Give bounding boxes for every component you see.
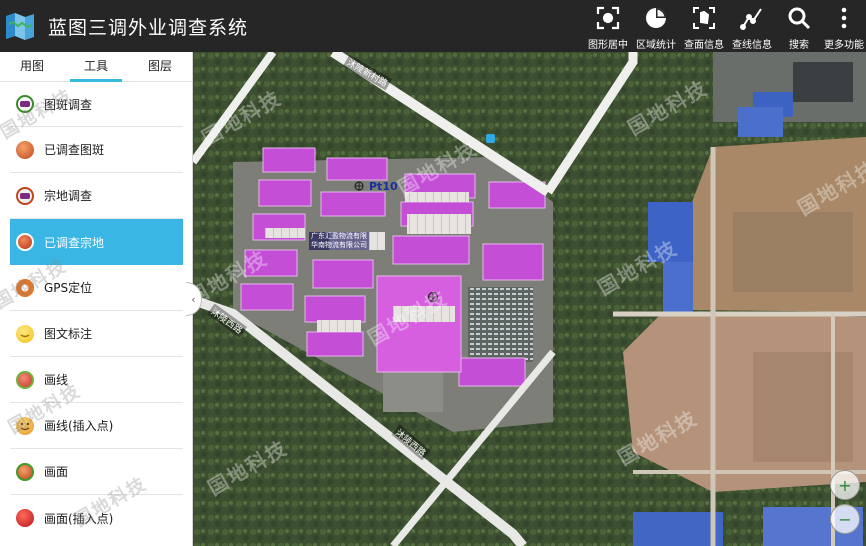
- zoom-controls: + −: [830, 470, 860, 540]
- tab-map-use[interactable]: 用图: [0, 52, 64, 81]
- annotation-icon: [16, 324, 34, 343]
- point-label[interactable]: Pt10: [369, 180, 398, 193]
- tool-label: 画面(插入点): [44, 511, 114, 526]
- tool-label: 宗地调查: [44, 189, 93, 203]
- tool-panel: 用图 工具 图层 图斑调查 已调查图斑 宗地调查 已调查宗地 GPS定位 图文标…: [0, 52, 193, 546]
- tool-label: 画线(插入点): [44, 419, 114, 433]
- tool-annotation[interactable]: 图文标注: [10, 311, 183, 357]
- tool-label: 画线: [44, 373, 69, 387]
- more-functions-button[interactable]: 更多功能: [822, 0, 866, 52]
- draw-line-icon: [16, 370, 34, 389]
- search-button[interactable]: 搜索: [776, 0, 822, 52]
- folded-map-icon: [4, 10, 36, 42]
- tool-draw-polygon[interactable]: 画面: [10, 449, 183, 495]
- area-stats-label: 区域统计: [636, 40, 676, 51]
- surveyed-parcel-icon: [16, 140, 34, 159]
- surveyed-land-icon: [16, 233, 34, 251]
- tool-surveyed-parcel[interactable]: 已调查图斑: [10, 127, 183, 173]
- tool-label: 已调查宗地: [44, 235, 105, 250]
- app-title: 蓝图三调外业调查系统: [48, 16, 249, 39]
- query-area-button[interactable]: 查面信息: [680, 0, 728, 52]
- tool-draw-line[interactable]: 画线: [10, 357, 183, 403]
- company-label-2: 华南物流有限公司: [309, 241, 369, 250]
- draw-polygon-icon: [16, 462, 34, 481]
- tool-surveyed-land[interactable]: 已调查宗地: [10, 219, 183, 265]
- toolbar-actions: 图形居中 区域统计 查面信息 查线信息 搜索 更多功能: [584, 0, 866, 52]
- query-line-button[interactable]: 查线信息: [728, 0, 776, 52]
- tool-land-survey[interactable]: 宗地调查: [10, 173, 183, 219]
- tool-label: 已调查图斑: [44, 143, 105, 157]
- tool-gps-location[interactable]: GPS定位: [10, 265, 183, 311]
- panel-tabs: 用图 工具 图层: [0, 52, 192, 82]
- draw-polygon-insert-icon: [16, 509, 34, 527]
- satellite-map[interactable]: Pt10 广东汇盈物流有限 华南物流有限公司 沐陵新村路 沐陵西路 沐陵西路 国…: [193, 52, 866, 546]
- tool-list: 图斑调查 已调查图斑 宗地调查 已调查宗地 GPS定位 图文标注 画线 画线(插…: [0, 82, 193, 541]
- polyline-icon: [740, 6, 764, 30]
- more-functions-label: 更多功能: [824, 40, 864, 51]
- tool-draw-line-insert[interactable]: 画线(插入点): [10, 403, 183, 449]
- tool-label: GPS定位: [44, 281, 93, 295]
- tool-label: 图文标注: [44, 327, 93, 341]
- zoom-in-button[interactable]: +: [830, 470, 860, 500]
- satellite-imagery: [193, 52, 866, 546]
- draw-line-insert-icon: [16, 416, 34, 435]
- focus-frame-icon: [596, 6, 620, 30]
- query-area-label: 查面信息: [684, 40, 724, 51]
- tab-layers[interactable]: 图层: [128, 52, 192, 81]
- company-label-1: 广东汇盈物流有限: [309, 232, 369, 241]
- more-vertical-icon: [832, 6, 856, 30]
- tool-label: 画面: [44, 465, 69, 479]
- app-header: 蓝图三调外业调查系统 图形居中 区域统计 查面信息 查线信息 搜索 更多功能: [0, 0, 866, 52]
- search-label: 搜索: [789, 40, 809, 51]
- tool-label: 图斑调查: [44, 97, 93, 112]
- gps-icon: [16, 278, 34, 297]
- center-graphic-button[interactable]: 图形居中: [584, 0, 632, 52]
- tool-draw-polygon-insert[interactable]: 画面(插入点): [10, 495, 183, 541]
- query-line-label: 查线信息: [732, 40, 772, 51]
- zoom-out-button[interactable]: −: [830, 504, 860, 534]
- area-stats-button[interactable]: 区域统计: [632, 0, 680, 52]
- search-icon: [787, 6, 811, 30]
- tab-tools[interactable]: 工具: [64, 52, 128, 82]
- land-survey-icon: [16, 186, 34, 205]
- center-graphic-label: 图形居中: [588, 40, 628, 51]
- area-select-icon: [692, 6, 716, 30]
- tool-parcel-survey[interactable]: 图斑调查: [10, 82, 183, 127]
- parcel-survey-icon: [16, 95, 34, 113]
- pie-chart-icon: [644, 6, 668, 30]
